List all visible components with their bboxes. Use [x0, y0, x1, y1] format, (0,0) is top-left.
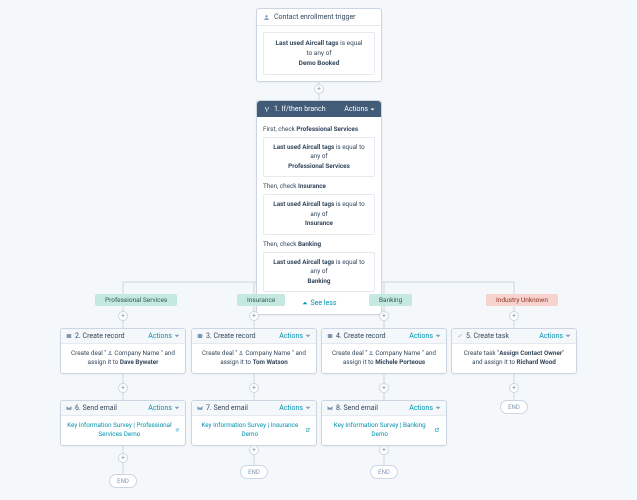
card-actions-menu[interactable]: Actions [409, 332, 441, 340]
add-step-button[interactable]: + [118, 383, 128, 393]
card-body: Create deal "Company Name " and assign i… [322, 344, 446, 373]
contact-token-icon [368, 350, 374, 356]
end-node: END [109, 474, 137, 488]
card-body: Key Information Survey | Professional Se… [61, 416, 185, 445]
send-email-card-6[interactable]: 6. Send email Actions Key Information Su… [60, 400, 186, 446]
branch-body: First, check Professional Services Last … [257, 117, 381, 314]
email-template-link[interactable]: Key Information Survey | Professional Se… [67, 421, 179, 440]
card-header: 7. Send email Actions [192, 401, 316, 416]
create-record-card-3[interactable]: 3. Create record Actions Create deal "Co… [191, 328, 317, 374]
card-header: 5. Create task Actions [452, 329, 576, 344]
add-step-button[interactable]: + [379, 445, 389, 455]
trigger-body: Last used Aircall tags is equal to any o… [257, 26, 381, 81]
end-node: END [370, 465, 398, 479]
branch-pill-professional-services: Professional Services [95, 294, 177, 306]
add-step-button[interactable]: + [379, 311, 389, 321]
contact-token-icon [107, 350, 113, 356]
add-step-button[interactable]: + [249, 445, 259, 455]
chevron-down-icon [305, 333, 311, 339]
branch-pill-banking: Banking [369, 294, 412, 306]
card-actions-menu[interactable]: Actions [539, 332, 571, 340]
branch-pill-unknown: Industry Unknown [486, 294, 558, 306]
email-icon [66, 405, 72, 411]
chevron-down-icon [435, 405, 441, 411]
chevron-down-icon [565, 333, 571, 339]
add-step-button[interactable]: + [379, 383, 389, 393]
branch-actions-menu[interactable]: Actions [344, 105, 375, 113]
send-email-card-7[interactable]: 7. Send email Actions Key Information Su… [191, 400, 317, 446]
create-task-card-5[interactable]: 5. Create task Actions Create task "Assi… [451, 328, 577, 374]
chevron-down-icon [174, 405, 180, 411]
card-actions-menu[interactable]: Actions [148, 404, 180, 412]
card-header: 2. Create record Actions [61, 329, 185, 344]
add-step-button[interactable]: + [249, 383, 259, 393]
trigger-condition: Last used Aircall tags is equal to any o… [263, 32, 375, 75]
branch-icon [263, 106, 270, 113]
record-icon [197, 333, 203, 339]
external-link-icon [175, 427, 179, 433]
record-icon [327, 333, 333, 339]
card-body: Key Information Survey | Banking Demo [322, 416, 446, 445]
email-template-link[interactable]: Key Information Survey | Insurance Demo [198, 421, 310, 440]
card-actions-menu[interactable]: Actions [279, 404, 311, 412]
trigger-title: Contact enrollment trigger [274, 13, 356, 21]
add-step-button[interactable]: + [118, 453, 128, 463]
card-header: 3. Create record Actions [192, 329, 316, 344]
contact-icon [263, 14, 270, 21]
branch-header: 1. If/then branch Actions [257, 101, 381, 117]
end-node: END [240, 465, 268, 479]
card-actions-menu[interactable]: Actions [279, 332, 311, 340]
add-step-button[interactable]: + [118, 311, 128, 321]
email-icon [327, 405, 333, 411]
create-record-card-2[interactable]: 2. Create record Actions Create deal "Co… [60, 328, 186, 374]
branch-pill-insurance: Insurance [237, 294, 285, 306]
card-body: Create deal "Company Name " and assign i… [61, 344, 185, 373]
email-icon [197, 405, 203, 411]
chevron-down-icon [370, 107, 375, 112]
external-link-icon [434, 427, 440, 433]
trigger-header: Contact enrollment trigger [257, 9, 381, 26]
end-node: END [500, 400, 528, 414]
external-link-icon [305, 427, 310, 433]
add-step-button[interactable]: + [509, 383, 519, 393]
task-icon [457, 333, 463, 339]
chevron-down-icon [174, 333, 180, 339]
branch-card[interactable]: 1. If/then branch Actions First, check P… [256, 100, 382, 315]
add-step-button[interactable]: + [509, 311, 519, 321]
contact-token-icon [238, 350, 244, 356]
card-actions-menu[interactable]: Actions [148, 332, 180, 340]
chevron-down-icon [435, 333, 441, 339]
create-record-card-4[interactable]: 4. Create record Actions Create deal "Co… [321, 328, 447, 374]
chevron-up-icon [302, 300, 308, 306]
add-step-button[interactable]: + [249, 311, 259, 321]
card-body: Create task "Assign Contact Owner" and a… [452, 344, 576, 373]
email-template-link[interactable]: Key Information Survey | Banking Demo [328, 421, 440, 440]
card-header: 8. Send email Actions [322, 401, 446, 416]
card-body: Key Information Survey | Insurance Demo [192, 416, 316, 445]
send-email-card-8[interactable]: 8. Send email Actions Key Information Su… [321, 400, 447, 446]
add-step-button[interactable]: + [314, 84, 324, 94]
chevron-down-icon [305, 405, 311, 411]
record-icon [66, 333, 72, 339]
card-body: Create deal "Company Name " and assign i… [192, 344, 316, 373]
card-header: 6. Send email Actions [61, 401, 185, 416]
branch-title: 1. If/then branch [274, 105, 326, 113]
card-actions-menu[interactable]: Actions [409, 404, 441, 412]
card-header: 4. Create record Actions [322, 329, 446, 344]
trigger-card[interactable]: Contact enrollment trigger Last used Air… [256, 8, 382, 82]
